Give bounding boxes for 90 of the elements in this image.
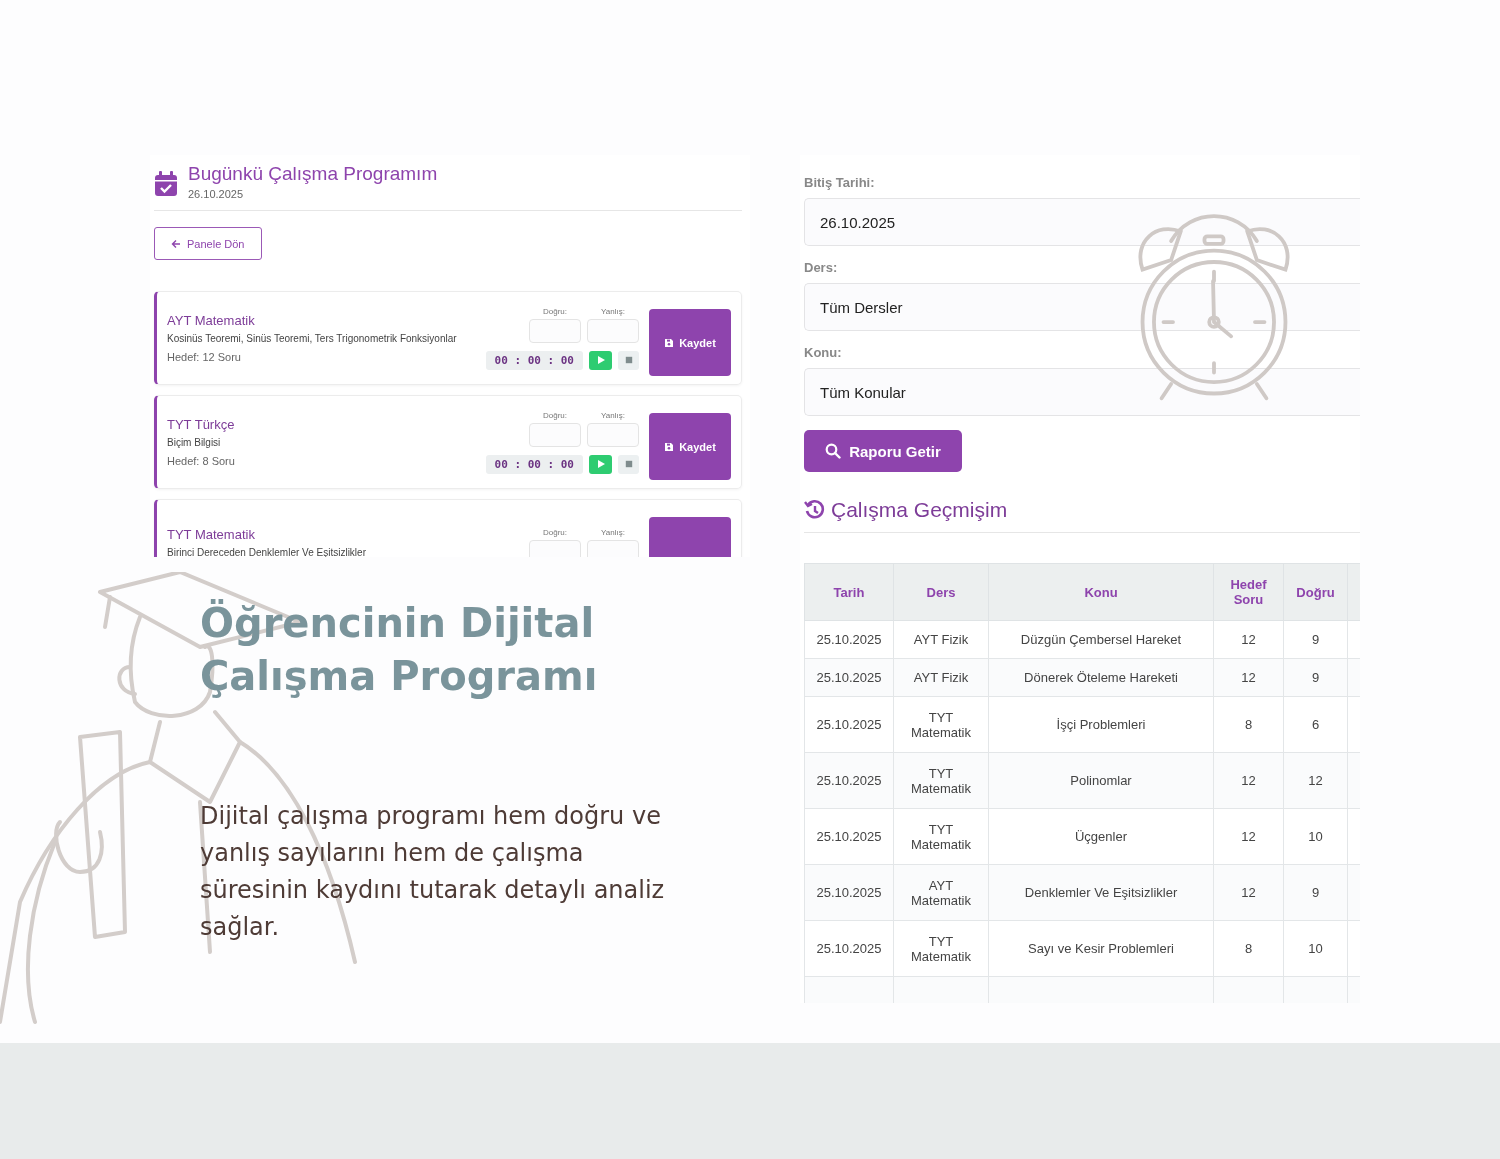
table-cell: 12 [1213,658,1284,697]
field-label: Ders: [804,260,839,275]
history-icon [804,499,826,521]
topics-text: Biçim Bilgisi [167,437,222,448]
target-text: Hedef: 12 Soru [167,351,242,363]
play-icon [595,459,606,469]
column-header: Konu [988,563,1214,621]
play-icon [595,355,606,365]
table-cell: 10 [1283,808,1348,865]
table-cell: TYT Matematik [893,696,989,753]
back-button[interactable]: Panele Dön [154,227,262,260]
subject-title: AYT Matematik [167,313,256,328]
table-cell: 9 [1283,864,1348,921]
table-cell: AYT Fizik [893,620,989,659]
wrong-label: Yanlış: [601,306,625,316]
table-cell: AYT Fizik [893,658,989,697]
table-cell: 12 [1283,752,1348,809]
wrong-input[interactable] [587,318,639,343]
column-header: Ders [893,563,989,621]
table-cell: Dönerek Öteleme Hareketi [988,658,1214,697]
field-label: Bitiş Tarihi: [804,175,876,190]
save-button[interactable]: Kaydet [649,309,731,376]
wrong-label: Yanlış: [601,410,625,420]
timer-display: 00 : 00 : 00 [485,350,583,370]
subject-title: TYT Türkçe [167,417,236,432]
column-header: Tarih [804,563,894,621]
filter-field[interactable]: Tüm Konular [804,368,1360,416]
timer-display: 00 : 00 : 00 [485,454,583,474]
table-cell: Düzgün Çembersel Hareket [988,620,1214,659]
filter-field[interactable]: 26.10.2025 [804,198,1360,246]
table-cell: Üçgenler [988,808,1214,865]
table-cell: 10 [1283,920,1348,977]
table-cell: 25.10.2025 [804,752,894,809]
headline: Öğrencinin Dijital Çalışma Programı [200,598,599,701]
table-cell: AYT Matematik [893,864,989,921]
wrong-label: Yanlış: [601,528,625,537]
table-cell: 8 [1213,920,1284,977]
report-button[interactable]: Raporu Getir [804,430,962,472]
correct-label: Doğru: [543,306,567,316]
table-cell: TYT Matematik [893,808,989,865]
table-cell: TYT Matematik [893,752,989,809]
table-cell: İşçi Problemleri [988,696,1214,753]
table-cell: 25.10.2025 [804,920,894,977]
subject-title: TYT Matematik [167,527,256,542]
search-icon [825,443,842,459]
table-cell: 12 [1213,808,1284,865]
table-cell: Polinomlar [988,752,1214,809]
wrong-input[interactable] [587,422,639,447]
stop-button[interactable] [618,454,639,474]
wrong-input[interactable] [587,540,639,557]
table-cell: 25.10.2025 [804,658,894,697]
table-cell: 25.10.2025 [804,864,894,921]
section-title: Çalışma Geçmişim [831,498,1008,522]
topics-text: Kosinüs Teoremi, Sinüs Teoremi, Ters Trigonometrik Fonksiyonlar [167,333,458,344]
save-button[interactable]: Kaydet [649,413,731,480]
save-icon [664,337,675,348]
table-cell: 25.10.2025 [804,696,894,753]
correct-label: Doğru: [543,410,567,420]
table-cell: 9 [1283,620,1348,659]
correct-input[interactable] [529,422,581,447]
save-icon [664,441,675,452]
table-cell: TYT Matematik [893,920,989,977]
play-button[interactable] [589,350,612,370]
date-text: 26.10.2025 [188,188,245,200]
table-cell: 8 [1213,696,1284,753]
table-cell: 25.10.2025 [804,808,894,865]
table-cell: 12 [1213,620,1284,659]
correct-label: Doğru: [543,528,567,537]
stop-icon [624,460,633,468]
table-cell: 12 [1213,752,1284,809]
stop-icon [624,356,633,364]
filter-field[interactable]: Tüm Dersler [804,283,1360,331]
correct-input[interactable] [529,318,581,343]
column-header: Hedef Soru [1213,563,1284,621]
correct-input[interactable] [529,540,581,557]
target-text: Hedef: 8 Soru [167,455,236,467]
table-cell: Denklemler Ve Eşitsizlikler [988,864,1214,921]
stop-button[interactable] [618,350,639,370]
table-cell: 6 [1283,696,1348,753]
description-text: Dijital çalışma programı hem doğru ve yanlış sayılarını hem de çalışma süresinin kaydını tutarak detaylı analiz sağlar. [200,801,666,943]
arrow-left-icon [171,238,181,249]
column-header: Doğru [1283,563,1348,621]
field-label: Konu: [804,345,843,360]
calendar-check-icon [154,171,178,197]
table-cell: 25.10.2025 [804,620,894,659]
play-button[interactable] [589,454,612,474]
table-cell: Sayı ve Kesir Problemleri [988,920,1214,977]
table-cell: 9 [1283,658,1348,697]
page-title: Bugünkü Çalışma Programım [188,163,438,185]
table-cell: 12 [1213,864,1284,921]
